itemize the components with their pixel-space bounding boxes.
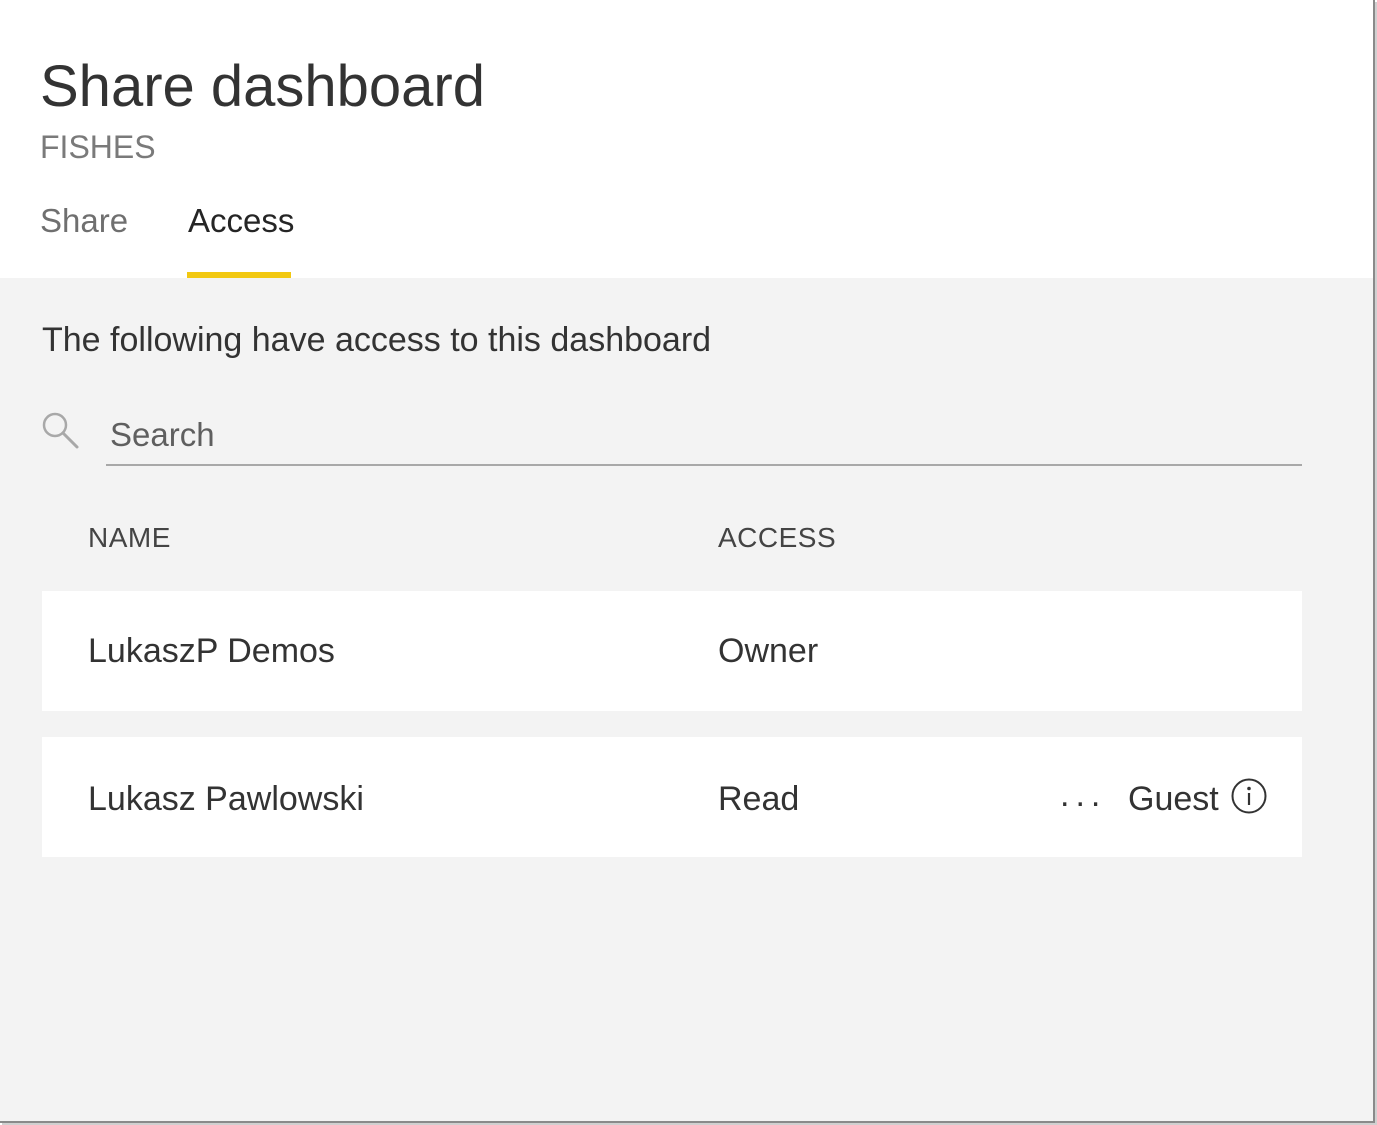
guest-badge: Guest xyxy=(1128,780,1219,818)
tab-access[interactable]: Access xyxy=(188,200,294,242)
user-name: LukaszP Demos xyxy=(88,632,335,670)
share-dashboard-dialog: Share dashboard FISHES Share Access The … xyxy=(0,0,1375,1123)
dialog-header: Share dashboard FISHES Share Access xyxy=(0,0,1373,278)
tab-share[interactable]: Share xyxy=(40,200,128,242)
more-options-button[interactable]: ... xyxy=(1060,773,1106,817)
column-header-name[interactable]: NAME xyxy=(88,520,171,556)
access-description: The following have access to this dashbo… xyxy=(42,321,712,359)
column-header-access[interactable]: ACCESS xyxy=(718,520,836,556)
search-input[interactable] xyxy=(106,406,1302,466)
table-row[interactable]: Lukasz Pawlowski Read ... Guest xyxy=(42,737,1302,857)
info-icon[interactable] xyxy=(1230,777,1268,815)
access-level: Read xyxy=(718,780,800,818)
dialog-title: Share dashboard xyxy=(40,54,485,119)
access-panel: The following have access to this dashbo… xyxy=(0,278,1373,1121)
table-row[interactable]: LukaszP Demos Owner xyxy=(42,591,1302,711)
search-icon xyxy=(42,412,79,449)
user-name: Lukasz Pawlowski xyxy=(88,780,364,818)
dashboard-name: FISHES xyxy=(40,129,156,165)
access-level: Owner xyxy=(718,632,819,670)
